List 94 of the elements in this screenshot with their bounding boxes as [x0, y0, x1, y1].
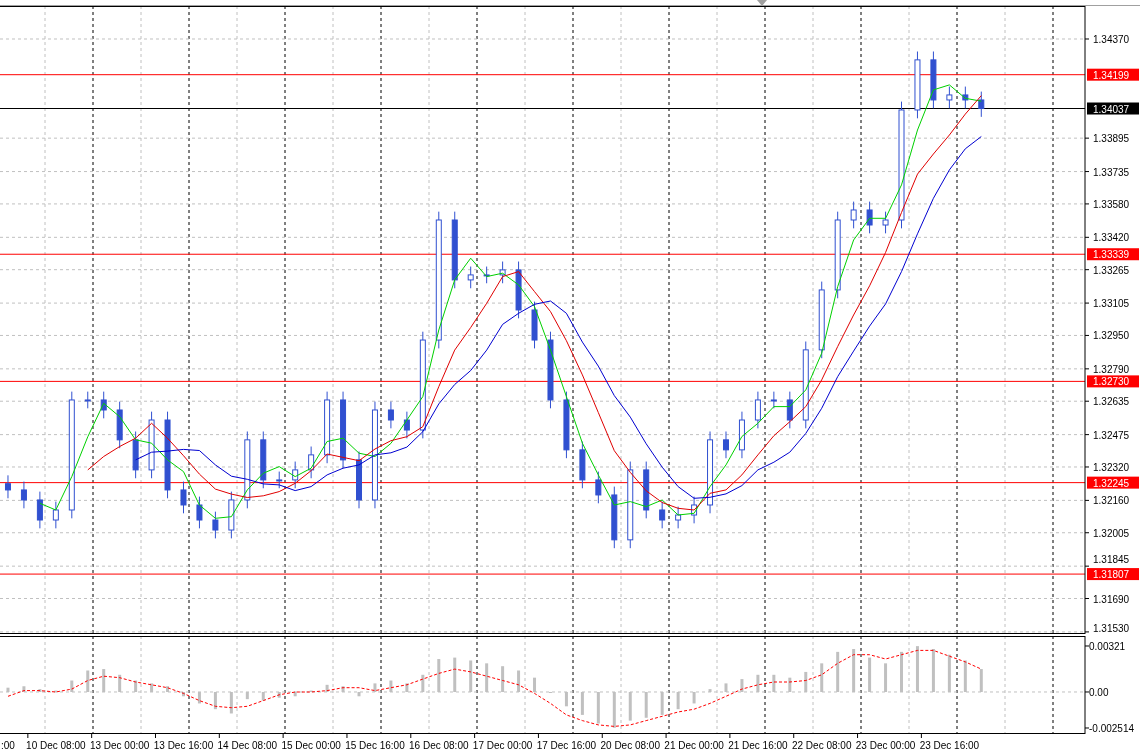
- time-axis-label: 10 Dec 08:00: [26, 740, 86, 751]
- candle: [691, 496, 698, 524]
- candle: [611, 486, 618, 549]
- time-axis-label: :00: [1, 740, 15, 751]
- price-axis-label: 1.32475: [1093, 429, 1130, 441]
- candle: [882, 211, 889, 234]
- candle: [116, 401, 123, 449]
- time-axis-label: 17 Dec 00:00: [472, 740, 533, 751]
- time-axis-label: 14 Dec 08:00: [217, 740, 278, 751]
- price-axis-label: 1.33735: [1093, 166, 1130, 178]
- candle: [84, 391, 91, 409]
- candle: [196, 496, 203, 529]
- candle: [292, 461, 299, 489]
- candle: [914, 51, 921, 119]
- price-level-tag: 1.32730: [1087, 375, 1139, 388]
- price-level-tag: 1.32245: [1087, 476, 1139, 489]
- time-axis-label: 23 Dec 00:00: [855, 740, 916, 751]
- time-axis-label: 23 Dec 16:00: [919, 740, 980, 751]
- price-axis-label: 1.33580: [1093, 198, 1130, 210]
- price-axis-label: 1.32320: [1093, 462, 1130, 473]
- candle: [595, 471, 602, 504]
- candle: [962, 86, 969, 109]
- candle: [770, 391, 777, 409]
- candle: [754, 391, 761, 429]
- candle: [467, 266, 474, 289]
- price-axis-label: 1.33420: [1093, 232, 1130, 244]
- candle: [930, 51, 937, 109]
- candle: [52, 501, 59, 529]
- price-level-tag: 1.31807: [1087, 568, 1139, 581]
- time-axis-label: 13 Dec 16:00: [153, 740, 214, 751]
- candle: [5, 474, 11, 499]
- candle: [180, 481, 187, 514]
- candle: [738, 411, 745, 459]
- ref-line-label: 1.31807: [1093, 569, 1130, 581]
- time-axis-label: 15 Dec 16:00: [345, 740, 405, 751]
- indicator-axis-label: -0.002514: [1089, 723, 1135, 734]
- candle: [212, 511, 219, 539]
- time-axis-label: 17 Dec 16:00: [536, 740, 597, 751]
- candle: [675, 506, 682, 529]
- price-level-tag: 1.34199: [1087, 68, 1139, 81]
- price-axis-label: 1.33895: [1093, 133, 1130, 145]
- time-axis-label: 16 Dec 08:00: [409, 740, 469, 751]
- time-axis-label: 21 Dec 00:00: [664, 740, 724, 751]
- candle: [850, 201, 857, 229]
- ref-line-label: 1.33339: [1093, 249, 1130, 261]
- candle: [36, 491, 43, 529]
- indicator-axis-label: 0.00: [1089, 687, 1109, 698]
- candle: [515, 261, 522, 319]
- time-axis-label: 22 Dec 08:00: [792, 740, 852, 751]
- price-axis-label: 1.33265: [1093, 264, 1130, 276]
- candle: [563, 391, 570, 459]
- ref-line-label: 1.34037: [1093, 103, 1130, 115]
- candle: [978, 91, 985, 118]
- candle: [387, 401, 394, 429]
- indicator-axis-label: 0.00321: [1089, 641, 1126, 652]
- price-axis-label: 1.32790: [1093, 363, 1130, 375]
- candle: [403, 411, 410, 439]
- ref-line-label: 1.32245: [1093, 477, 1130, 489]
- price-axis-label: 1.34370: [1093, 34, 1130, 45]
- price-axis-label: 1.31530: [1093, 623, 1130, 634]
- candle: [20, 481, 27, 509]
- candle: [643, 461, 650, 519]
- ref-line-label: 1.34199: [1093, 69, 1130, 81]
- candle: [723, 431, 729, 459]
- candle: [100, 391, 107, 419]
- candle: [308, 446, 315, 479]
- price-axis-label: 1.32635: [1093, 396, 1130, 408]
- candle: [132, 431, 139, 479]
- price-axis-label: 1.32160: [1093, 495, 1130, 507]
- price-axis-label: 1.31845: [1093, 554, 1130, 566]
- candle: [356, 451, 362, 509]
- candle: [276, 471, 283, 489]
- candle: [499, 261, 506, 284]
- time-axis-label: 15 Dec 00:00: [281, 740, 341, 751]
- price-level-tag: 1.33339: [1087, 248, 1139, 261]
- time-axis-label: 20 Dec 08:00: [600, 740, 660, 751]
- price-axis-label: 1.33105: [1093, 298, 1130, 310]
- time-axis-label: 21 Dec 16:00: [728, 740, 788, 751]
- candle: [786, 391, 793, 429]
- candle: [946, 86, 953, 109]
- price-axis-label: 1.32005: [1093, 527, 1130, 539]
- shift-marker-icon[interactable]: [757, 0, 767, 6]
- price-axis-label: 1.31690: [1093, 593, 1130, 605]
- ref-line-label: 1.32730: [1093, 376, 1130, 388]
- candle: [148, 411, 155, 479]
- price-level-tag: 1.34037: [1087, 102, 1139, 115]
- candle: [531, 301, 538, 349]
- price-axis-label: 1.32950: [1093, 330, 1130, 342]
- candle: [228, 491, 235, 539]
- time-axis-label: 13 Dec 00:00: [89, 740, 150, 751]
- candle: [260, 431, 267, 489]
- candle: [483, 266, 490, 284]
- candle: [659, 501, 666, 529]
- candle: [866, 201, 873, 234]
